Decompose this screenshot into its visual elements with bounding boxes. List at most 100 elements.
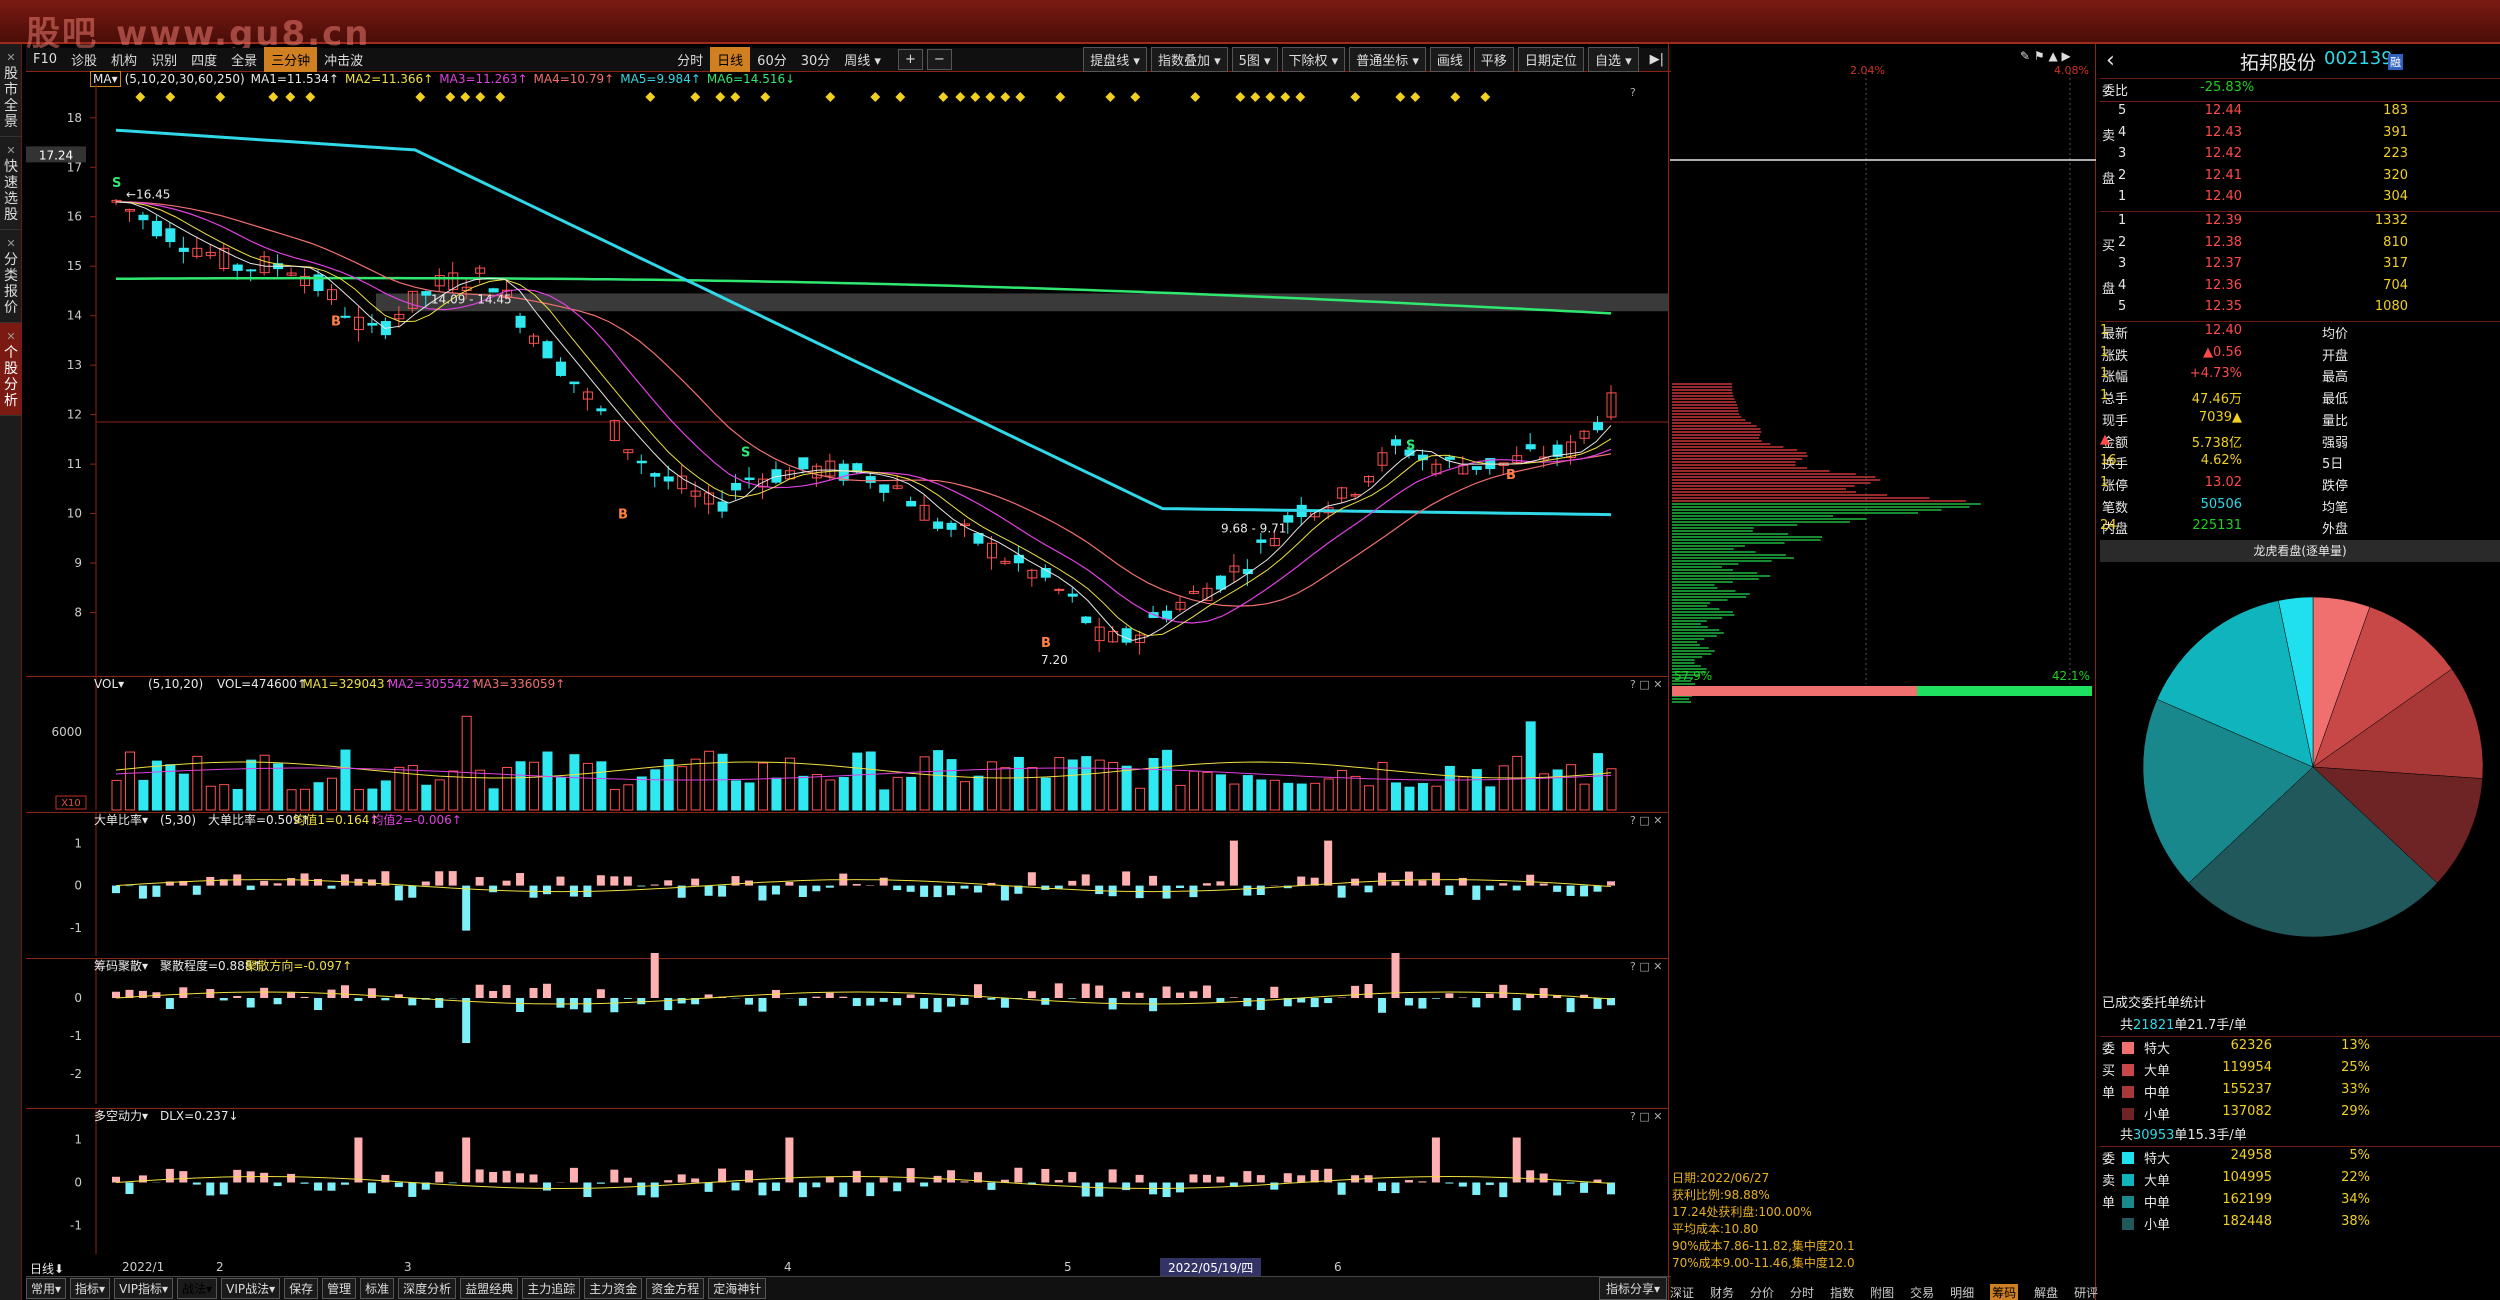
period-日线[interactable]: 日线 [710, 47, 751, 72]
toolbar-提盘线[interactable]: 提盘线 ▾ [1083, 47, 1147, 72]
vol-controls[interactable]: ? □ ✕ [1630, 678, 1662, 691]
indicator-tab[interactable]: 常用▾ [26, 1278, 67, 1299]
chip-tab[interactable]: 分时 [1790, 1284, 1814, 1300]
chip-tab[interactable]: 明细 [1950, 1284, 1974, 1300]
close-icon[interactable]: ✕ [0, 329, 22, 345]
indicator-tab[interactable]: 主力资金 [584, 1278, 643, 1299]
toolbar-普通坐标[interactable]: 普通坐标 ▾ [1349, 47, 1426, 72]
main-help-icon[interactable]: ? [1630, 86, 1636, 99]
chip-tab[interactable]: 财务 [1710, 1284, 1734, 1300]
indicator-tab[interactable]: VIP战法▾ [221, 1278, 281, 1299]
bigorder-bar [542, 885, 551, 895]
chip-tab[interactable]: 深证 [1670, 1284, 1694, 1300]
toolbar-三分钟[interactable]: 三分钟 [264, 47, 318, 72]
indicator-tab[interactable]: 标准 [360, 1278, 395, 1299]
volume-bar [502, 766, 513, 811]
bigorder-controls[interactable]: ? □ ✕ [1630, 814, 1662, 827]
chipc-controls[interactable]: ? □ ✕ [1630, 960, 1662, 973]
chip-tab[interactable]: 筹码 [1990, 1284, 2019, 1300]
left-tab-0[interactable]: ✕ 股市全景 [0, 44, 22, 137]
toolbar-识别[interactable]: 识别 [144, 47, 184, 72]
left-tab-2[interactable]: ✕ 分类报价 [0, 230, 22, 323]
chipc-bar [583, 998, 592, 1013]
chipc-title[interactable]: 筹码聚散▾ [94, 958, 148, 973]
chip-tab[interactable]: 研评 [2074, 1284, 2098, 1300]
dlx-bar [731, 1182, 740, 1191]
chip-tab[interactable]: 附图 [1870, 1284, 1894, 1300]
period-周线[interactable]: 周线 ▾ [837, 47, 888, 72]
chip-tab[interactable]: 解盘 [2034, 1284, 2058, 1300]
order-size-label: 小单 [2144, 1218, 2171, 1233]
toolbar-四度[interactable]: 四度 [184, 47, 224, 72]
kline-chart[interactable]: ?1817161514131211109817.24←16.4514.09 - … [26, 84, 1668, 1264]
close-icon[interactable]: ✕ [0, 50, 22, 66]
vol-title[interactable]: VOL▾ [94, 677, 124, 691]
signal-diamond [1280, 92, 1291, 102]
volume-bar [1323, 778, 1334, 811]
chip-tab[interactable]: 分价 [1750, 1284, 1774, 1300]
bid-side-label: 买 [2102, 238, 2116, 254]
toolbar-平移[interactable]: 平移 [1473, 47, 1514, 72]
dlx-bar [785, 1137, 794, 1183]
ask-row: 3 12.42 223 [2100, 146, 2500, 167]
volume-bar [1310, 782, 1321, 811]
left-tab-3[interactable]: ✕ 个股分析 [0, 323, 22, 416]
dlx-bar [960, 1181, 969, 1183]
period-label[interactable]: 日线⬇ [30, 1260, 64, 1277]
stat-row: 最新 12.40 均价 1 [2100, 323, 2500, 344]
ask-volume: 391 [2383, 124, 2408, 140]
candle-body [569, 381, 580, 385]
indicator-tab[interactable]: 管理 [322, 1278, 357, 1299]
period-30分[interactable]: 30分 [794, 47, 838, 72]
candle-body [906, 500, 917, 507]
indicator-tab[interactable]: 主力追踪 [522, 1278, 581, 1299]
toolbar-画线[interactable]: 画线 [1429, 47, 1470, 72]
toolbar-指数叠加[interactable]: 指数叠加 ▾ [1150, 47, 1228, 72]
indicator-tab[interactable]: 保存 [284, 1278, 319, 1299]
stat-value: +4.73% [2189, 366, 2242, 382]
period-60分[interactable]: 60分 [750, 47, 794, 72]
toolbar-冲击波[interactable]: 冲击波 [317, 47, 370, 72]
chipc-bar [340, 985, 349, 998]
dlx-bar [1378, 1182, 1387, 1191]
toolbar-机构[interactable]: 机构 [104, 47, 144, 72]
indicator-tab[interactable]: VIP指标▾ [114, 1278, 174, 1299]
stat-value-2: 1 [2100, 323, 2109, 338]
toolbar-下除权[interactable]: 下除权 ▾ [1281, 47, 1346, 72]
indicator-tab[interactable]: 战法▾ [177, 1278, 218, 1299]
zoom-in-button[interactable]: + [897, 49, 923, 70]
close-icon[interactable]: ✕ [0, 143, 22, 159]
indicator-tab[interactable]: 指标▾ [70, 1278, 111, 1299]
share-button[interactable]: 指标分享▾ [1598, 1277, 1667, 1300]
toolbar-5图[interactable]: 5图 ▾ [1231, 47, 1278, 72]
toolbar-诊股[interactable]: 诊股 [64, 47, 104, 72]
expand-icon[interactable]: ▶| [1643, 49, 1671, 70]
dlx-title[interactable]: 多空动力▾ [94, 1109, 148, 1123]
chip-tab[interactable]: 交易 [1910, 1284, 1934, 1300]
webi-value: -25.83% [2200, 80, 2255, 95]
toolbar-F10[interactable]: F10 [26, 49, 64, 70]
bigorder-title[interactable]: 大单比率▾ [94, 812, 148, 827]
dlx-controls[interactable]: ? □ ✕ [1630, 1110, 1662, 1123]
indicator-tab[interactable]: 资金方程 [646, 1278, 705, 1299]
stat-value: 4.62% [2200, 453, 2242, 469]
tab-char: 分 [4, 252, 18, 268]
toolbar-日期定位[interactable]: 日期定位 [1517, 47, 1584, 72]
price-label: 11 [67, 457, 82, 471]
volume-bar [1202, 771, 1213, 811]
close-icon[interactable]: ✕ [0, 236, 22, 252]
buy-signal: B [1041, 636, 1051, 651]
toolbar-全景[interactable]: 全景 [224, 47, 264, 72]
zoom-out-button[interactable]: − [926, 49, 952, 70]
dlx-bar [448, 1182, 457, 1184]
indicator-tab[interactable]: 深度分析 [398, 1278, 457, 1299]
indicator-tab[interactable]: 定海神针 [708, 1278, 767, 1299]
left-tab-1[interactable]: ✕ 快速选股 [0, 137, 22, 230]
indicator-tab[interactable]: 益盟经典 [460, 1278, 519, 1299]
chip-tab[interactable]: 指数 [1830, 1284, 1854, 1300]
dlx-bar [1458, 1182, 1467, 1187]
toolbar-自选[interactable]: 自选 ▾ [1587, 47, 1639, 72]
period-分时[interactable]: 分时 [670, 47, 710, 72]
ask-price: 12.43 [2204, 124, 2242, 140]
chip-tools[interactable]: ✎ ⚑ ▲ ▶ [2020, 49, 2071, 63]
